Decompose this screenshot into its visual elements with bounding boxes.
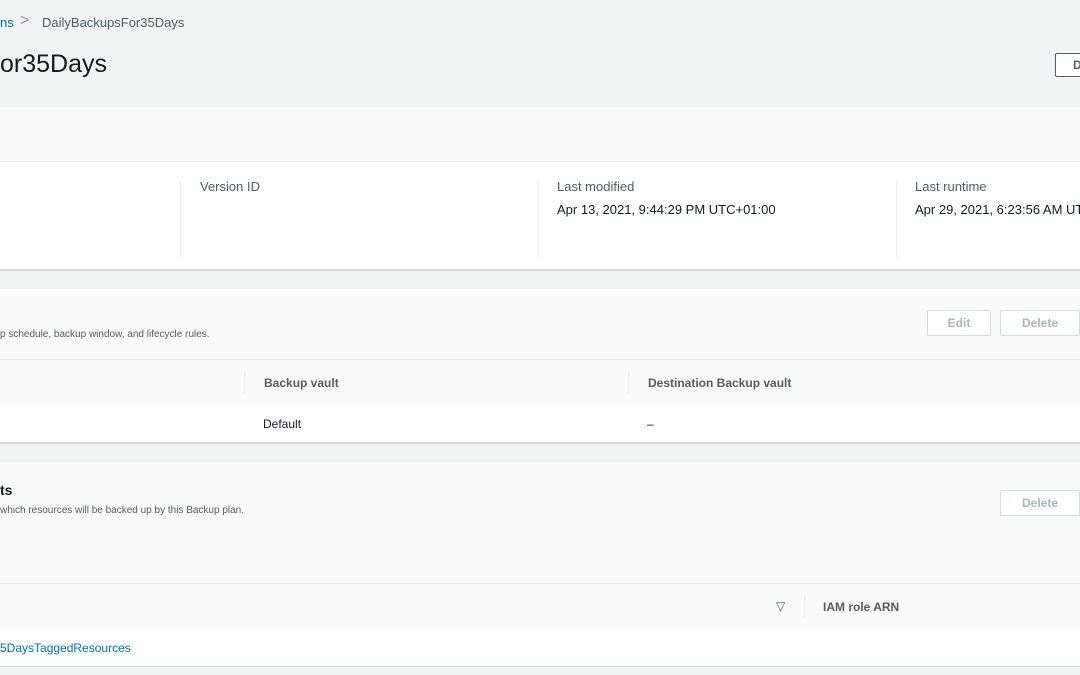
chevron-right-icon: > [20,12,30,29]
summary-panel-header [0,107,1080,162]
assignments-table-header: ▽ IAM role ARN [0,583,1080,630]
summary-panel: Version ID Last modified Apr 13, 2021, 9… [0,107,1080,271]
rules-table-header: Backup vault Destination Backup vault [0,359,1080,406]
resource-assignments-panel: ts which resources will be backed up by … [0,462,1080,667]
delete-plan-button[interactable]: D [1055,53,1080,77]
last-runtime-value: Apr 29, 2021, 6:23:56 AM UT [915,202,1080,217]
destination-vault-cell: – [647,417,654,431]
resource-assignments-title: ts [0,482,13,498]
column-divider [896,181,897,257]
breadcrumb-current: DailyBackupsFor35Days [42,15,185,30]
column-divider [804,596,805,618]
version-id-label: Version ID [200,179,260,194]
column-header-iam-role-arn[interactable]: IAM role ARN [823,600,899,614]
column-divider [538,181,539,257]
page-title: or35Days [0,50,107,78]
last-modified-label: Last modified [557,179,635,194]
last-runtime-label: Last runtime [915,179,987,194]
edit-rule-button[interactable]: Edit [927,310,991,336]
delete-rule-button[interactable]: Delete [1000,310,1080,336]
column-divider [628,372,629,394]
resource-assignments-description: which resources will be backed up by thi… [0,505,245,516]
backup-vault-cell: Default [263,417,302,431]
column-divider [244,372,245,394]
delete-assignment-button[interactable]: Delete [1000,490,1080,516]
backup-rules-description: p schedule, backup window, and lifecycle… [0,329,210,340]
column-divider [180,181,181,257]
column-header-backup-vault[interactable]: Backup vault [264,376,339,390]
breadcrumb-parent-link[interactable]: ns [0,15,14,30]
backup-rules-panel: p schedule, backup window, and lifecycle… [0,289,1080,444]
column-header-destination-vault[interactable]: Destination Backup vault [648,376,791,390]
table-row[interactable]: Default – [0,405,1080,442]
resource-assignment-link[interactable]: 5DaysTaggedResources [0,641,131,655]
last-modified-value: Apr 13, 2021, 9:44:29 PM UTC+01:00 [557,202,776,217]
sort-icon[interactable]: ▽ [776,599,785,613]
table-row[interactable]: 5DaysTaggedResources [0,629,1080,666]
